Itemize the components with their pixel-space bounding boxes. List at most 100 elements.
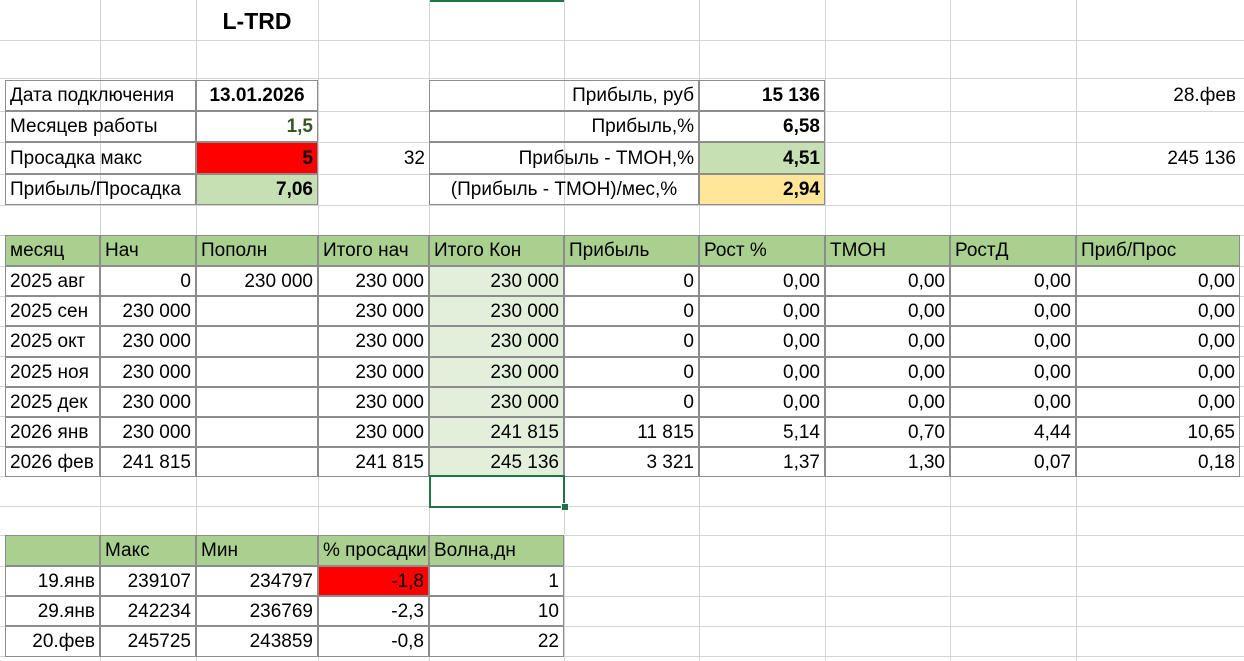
monthly-cell[interactable]: 0	[564, 296, 699, 326]
drawdown-header-cell[interactable]: Мин	[196, 535, 318, 566]
drawdown-cell[interactable]: 19.янв	[5, 566, 100, 596]
monthly-header-cell[interactable]: Пополн	[196, 235, 318, 266]
drawdown-header-cell[interactable]	[5, 535, 100, 566]
summary-extra[interactable]: 28.фев	[1076, 80, 1240, 111]
monthly-cell[interactable]: 2026 фев	[5, 447, 100, 477]
monthly-cell[interactable]	[196, 296, 318, 326]
summary-value[interactable]: 2,94	[699, 174, 825, 205]
monthly-cell[interactable]: 230 000	[100, 296, 196, 326]
monthly-cell[interactable]: 230 000	[100, 357, 196, 387]
monthly-cell[interactable]: 230 000	[429, 266, 564, 296]
drawdown-cell[interactable]: 1	[429, 566, 564, 596]
monthly-cell[interactable]: 0,00	[1076, 266, 1240, 296]
monthly-cell[interactable]: 0,00	[699, 357, 825, 387]
monthly-header-cell[interactable]: ТМОН	[825, 235, 950, 266]
monthly-cell[interactable]	[196, 357, 318, 387]
monthly-cell[interactable]: 0,00	[1076, 357, 1240, 387]
monthly-cell[interactable]: 0,00	[825, 296, 950, 326]
summary-value[interactable]: 7,06	[196, 174, 318, 205]
monthly-cell[interactable]: 0,00	[699, 266, 825, 296]
monthly-cell[interactable]: 11 815	[564, 417, 699, 447]
drawdown-cell[interactable]: 243859	[196, 626, 318, 657]
monthly-cell[interactable]: 2026 янв	[5, 417, 100, 447]
drawdown-cell[interactable]: 29.янв	[5, 596, 100, 626]
active-cell-selection[interactable]	[429, 475, 565, 508]
monthly-cell[interactable]: 0,00	[950, 266, 1076, 296]
monthly-cell[interactable]: 241 815	[100, 447, 196, 477]
monthly-cell[interactable]: 241 815	[318, 447, 429, 477]
monthly-cell[interactable]: 230 000	[318, 296, 429, 326]
summary-label[interactable]: Просадка макс	[5, 142, 196, 174]
drawdown-cell[interactable]: 10	[429, 596, 564, 626]
drawdown-cell[interactable]: 236769	[196, 596, 318, 626]
summary-label[interactable]: Прибыль/Просадка	[5, 174, 196, 205]
summary-label[interactable]: Месяцев работы	[5, 111, 196, 142]
monthly-cell[interactable]: 0,70	[825, 417, 950, 447]
summary-label[interactable]: Прибыль - ТМОН,%	[429, 142, 699, 174]
summary-label[interactable]: Прибыль,%	[429, 111, 699, 142]
drawdown-cell[interactable]: 20.фев	[5, 626, 100, 657]
monthly-cell[interactable]: 0,00	[1076, 296, 1240, 326]
summary-value[interactable]: 6,58	[699, 111, 825, 142]
monthly-cell[interactable]: 0	[564, 357, 699, 387]
monthly-cell[interactable]: 230 000	[318, 357, 429, 387]
monthly-cell[interactable]: 230 000	[318, 326, 429, 357]
spreadsheet-grid[interactable]: L-TRD Дата подключения 13.01.2026 Месяцев р…	[0, 0, 1244, 661]
monthly-cell[interactable]	[196, 387, 318, 417]
monthly-cell[interactable]: 3 321	[564, 447, 699, 477]
drawdown-cell[interactable]: 242234	[100, 596, 196, 626]
monthly-cell[interactable]	[196, 326, 318, 357]
summary-value[interactable]: 1,5	[196, 111, 318, 142]
monthly-cell[interactable]: 2025 авг	[5, 266, 100, 296]
summary-extra[interactable]: 32	[318, 142, 429, 174]
monthly-cell[interactable]: 230 000	[196, 266, 318, 296]
monthly-cell[interactable]: 5,14	[699, 417, 825, 447]
monthly-cell[interactable]: 0,00	[825, 266, 950, 296]
monthly-cell[interactable]: 1,30	[825, 447, 950, 477]
monthly-header-cell[interactable]: Нач	[100, 235, 196, 266]
monthly-cell[interactable]: 230 000	[429, 387, 564, 417]
monthly-header-cell[interactable]: Итого нач	[318, 235, 429, 266]
monthly-cell[interactable]: 2025 ноя	[5, 357, 100, 387]
drawdown-header-cell[interactable]: Макс	[100, 535, 196, 566]
monthly-cell[interactable]: 0	[564, 387, 699, 417]
monthly-header-cell[interactable]: РостД	[950, 235, 1076, 266]
monthly-cell[interactable]: 230 000	[100, 387, 196, 417]
monthly-cell[interactable]: 0	[100, 266, 196, 296]
monthly-cell[interactable]	[196, 417, 318, 447]
monthly-cell[interactable]: 0,00	[825, 357, 950, 387]
monthly-cell[interactable]: 0,07	[950, 447, 1076, 477]
summary-label[interactable]: Прибыль, руб	[429, 80, 699, 111]
monthly-cell[interactable]: 230 000	[429, 296, 564, 326]
drawdown-cell[interactable]: 239107	[100, 566, 196, 596]
monthly-cell[interactable]: 2025 сен	[5, 296, 100, 326]
monthly-cell[interactable]: 0	[564, 266, 699, 296]
monthly-cell[interactable]: 0,00	[825, 326, 950, 357]
summary-value[interactable]: 5	[196, 142, 318, 174]
fill-handle[interactable]	[561, 503, 569, 511]
monthly-cell[interactable]: 230 000	[100, 326, 196, 357]
monthly-cell[interactable]: 245 136	[429, 447, 564, 477]
sheet-title[interactable]: L-TRD	[196, 2, 318, 40]
monthly-cell[interactable]: 230 000	[318, 266, 429, 296]
drawdown-header-cell[interactable]: % просадки	[318, 535, 429, 566]
monthly-cell[interactable]: 0,00	[1076, 326, 1240, 357]
drawdown-cell[interactable]: 234797	[196, 566, 318, 596]
monthly-cell[interactable]	[196, 447, 318, 477]
summary-value[interactable]: 4,51	[699, 142, 825, 174]
monthly-cell[interactable]: 0,00	[950, 387, 1076, 417]
monthly-cell[interactable]: 230 000	[429, 357, 564, 387]
drawdown-cell[interactable]: 22	[429, 626, 564, 657]
drawdown-cell[interactable]: -1,8	[318, 566, 429, 596]
monthly-cell[interactable]: 4,44	[950, 417, 1076, 447]
monthly-cell[interactable]: 0	[564, 326, 699, 357]
monthly-cell[interactable]: 230 000	[318, 417, 429, 447]
monthly-cell[interactable]: 0,00	[950, 296, 1076, 326]
monthly-cell[interactable]: 0,00	[825, 387, 950, 417]
monthly-cell[interactable]: 2025 дек	[5, 387, 100, 417]
monthly-header-cell[interactable]: Прибыль	[564, 235, 699, 266]
monthly-cell[interactable]: 0,00	[1076, 387, 1240, 417]
monthly-cell[interactable]: 230 000	[318, 387, 429, 417]
drawdown-header-cell[interactable]: Волна,дн	[429, 535, 564, 566]
monthly-header-cell[interactable]: Итого Кон	[429, 235, 564, 266]
